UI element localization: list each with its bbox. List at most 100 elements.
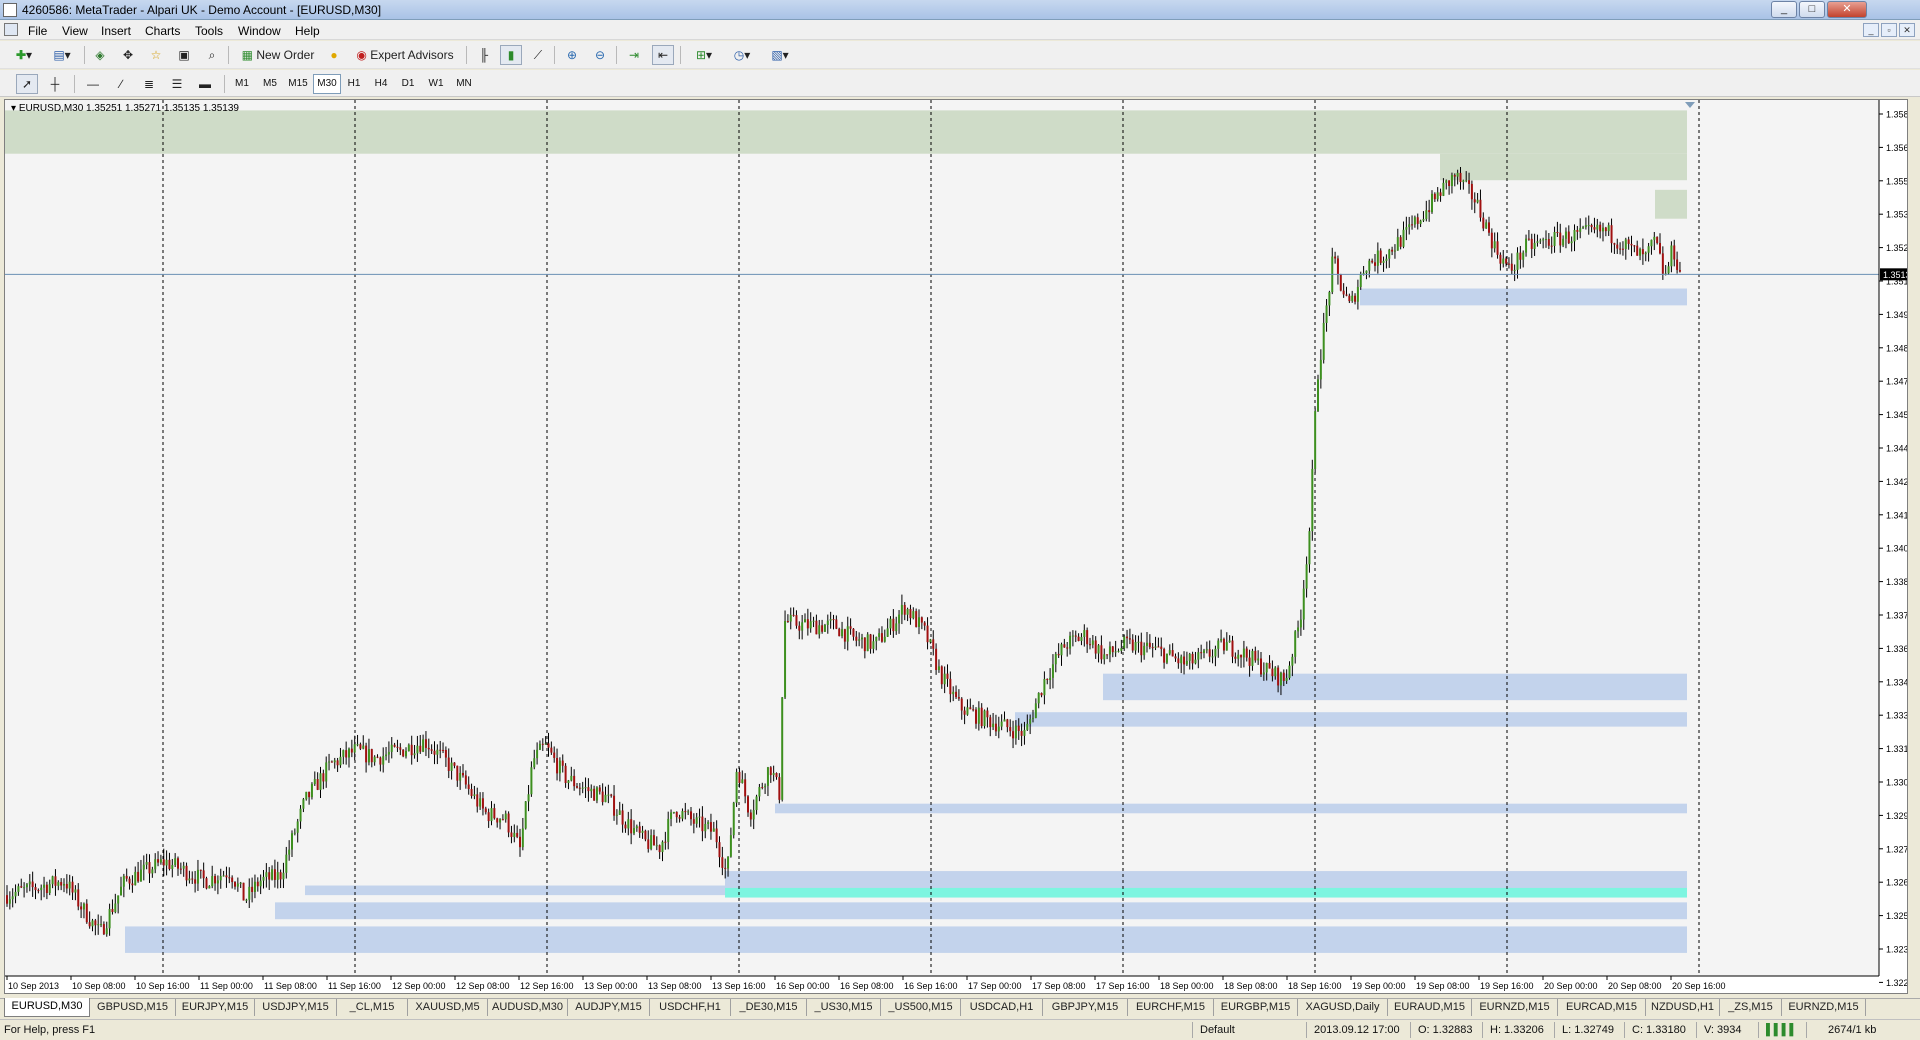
terminal-icon[interactable]: ▣	[174, 45, 194, 65]
chart-tab[interactable]: GBPJPY,M15	[1043, 999, 1128, 1016]
timeframe-d1[interactable]: D1	[396, 74, 420, 94]
timeframe-h4[interactable]: H4	[369, 74, 393, 94]
bear-candle	[1200, 652, 1203, 654]
profiles-icon[interactable]: ▤▾	[46, 45, 78, 65]
bull-candle	[11, 896, 14, 900]
line-chart-icon[interactable]: ⟋	[528, 45, 548, 65]
bear-candle	[102, 924, 105, 935]
bull-candle	[1573, 229, 1576, 242]
chart-tab[interactable]: _US500,M15	[881, 999, 961, 1016]
child-restore-button[interactable]: ▫	[1881, 23, 1897, 37]
chart-tab[interactable]: _DE30,M15	[731, 999, 807, 1016]
crosshair-icon[interactable]: ┼	[44, 74, 66, 94]
bull-candle	[25, 884, 28, 888]
timeframe-h1[interactable]: H1	[342, 74, 366, 94]
timeframe-m15[interactable]: M15	[284, 74, 312, 94]
chart-tab[interactable]: USDCAD,H1	[961, 999, 1043, 1016]
child-minimize-button[interactable]: _	[1863, 23, 1879, 37]
menu-window[interactable]: Window	[238, 24, 281, 38]
chart-tab[interactable]: EURUSD,M30	[4, 998, 90, 1017]
chart-tab[interactable]: XAUUSD,M5	[408, 999, 488, 1016]
periods-icon[interactable]: ◷▾	[726, 45, 758, 65]
auto-scroll-icon[interactable]: ⇥	[624, 45, 644, 65]
horizontal-line-icon[interactable]: —	[82, 74, 104, 94]
chart-tab[interactable]: GBPUSD,M15	[90, 999, 176, 1016]
bull-candle	[387, 751, 390, 755]
indicators-icon[interactable]: ⊞▾	[688, 45, 720, 65]
bear-candle	[1012, 731, 1015, 739]
chart-tab[interactable]: EURGBP,M15	[1214, 999, 1298, 1016]
timeframe-m1[interactable]: M1	[230, 74, 254, 94]
menu-charts[interactable]: Charts	[145, 24, 180, 38]
expert-advisors-label: Expert Advisors	[370, 48, 454, 62]
price-chart[interactable]: 1.35805 1.35665 1.35530 1.35390 1.35250 1.351…	[5, 100, 1907, 993]
chart-tab[interactable]: EURCAD,M15	[1558, 999, 1646, 1016]
menu-help[interactable]: Help	[295, 24, 320, 38]
chart-tab[interactable]: EURCHF,M15	[1128, 999, 1214, 1016]
time-tick-label: 13 Sep 16:00	[712, 981, 766, 991]
chart-tab[interactable]: AUDUSD,M30	[488, 999, 568, 1016]
cursor-icon[interactable]: ➚	[16, 74, 38, 94]
menu-view[interactable]: View	[62, 24, 88, 38]
timeframe-m30[interactable]: M30	[313, 74, 341, 94]
market-watch-icon[interactable]: ◈	[90, 45, 110, 65]
bear-candle	[225, 875, 228, 878]
bear-candle	[111, 908, 114, 913]
chart-window[interactable]: 1.35805 1.35665 1.35530 1.35390 1.35250 1.351…	[4, 99, 1908, 994]
trendline-icon[interactable]: ∕	[110, 74, 132, 94]
channel-icon[interactable]: ≣	[138, 74, 160, 94]
zoom-out-icon[interactable]: ⊖	[590, 45, 610, 65]
status-profile: Default	[1200, 1024, 1235, 1036]
bull-candle	[1596, 224, 1599, 230]
chart-tab[interactable]: USDJPY,M15	[255, 999, 337, 1016]
strategy-tester-icon[interactable]: ⌕	[202, 45, 222, 65]
bear-candle	[903, 604, 906, 615]
fibonacci-icon[interactable]: ☰	[166, 74, 188, 94]
minimize-button[interactable]: _	[1771, 1, 1797, 18]
new-order-button[interactable]: ▦ New Order	[236, 45, 320, 65]
chart-tab[interactable]: _US30,M15	[807, 999, 881, 1016]
chart-tab[interactable]: AUDJPY,M15	[568, 999, 650, 1016]
menu-insert[interactable]: Insert	[101, 24, 131, 38]
chart-tab[interactable]: EURAUD,M15	[1388, 999, 1472, 1016]
menu-tools[interactable]: Tools	[195, 24, 223, 38]
new-chart-icon[interactable]: ✚▾	[8, 45, 40, 65]
price-tick-label: 1.33460	[1886, 677, 1907, 687]
bear-candle	[424, 739, 427, 748]
expert-advisors-button[interactable]: ◉ Expert Advisors	[350, 45, 460, 65]
bull-candle	[1650, 239, 1653, 247]
metaeditor-icon[interactable]: ●	[324, 45, 344, 65]
metatrader-app-icon[interactable]	[3, 3, 17, 17]
chart-tab[interactable]: _CL,M15	[337, 999, 408, 1016]
chart-tab[interactable]: NZDUSD,H1	[1646, 999, 1720, 1016]
navigator-icon[interactable]: ☆	[146, 45, 166, 65]
close-button[interactable]: ✕	[1827, 1, 1867, 18]
bull-candle	[1220, 638, 1223, 641]
candlestick-icon[interactable]: ▮	[500, 45, 522, 65]
chart-shift-icon[interactable]: ⇤	[652, 45, 674, 65]
zoom-in-icon[interactable]: ⊕	[562, 45, 582, 65]
chart-tab[interactable]: EURJPY,M15	[176, 999, 255, 1016]
bear-candle	[365, 745, 368, 763]
bear-candle	[550, 747, 553, 753]
bear-candle	[330, 761, 333, 763]
data-window-icon[interactable]: ✥	[118, 45, 138, 65]
chart-tab[interactable]: _ZS,M15	[1720, 999, 1782, 1016]
chart-tab[interactable]: EURNZD,M15	[1472, 999, 1558, 1016]
timeframe-mn[interactable]: MN	[452, 74, 476, 94]
bull-candle	[1493, 241, 1496, 249]
document-icon[interactable]	[4, 23, 18, 36]
timeframe-m5[interactable]: M5	[258, 74, 282, 94]
time-tick-label: 20 Sep 08:00	[1608, 981, 1662, 991]
chart-tab[interactable]: EURNZD,M15	[1782, 999, 1866, 1016]
chart-tab[interactable]: USDCHF,H1	[650, 999, 731, 1016]
rectangle-icon[interactable]: ▬	[194, 74, 216, 94]
chart-tab[interactable]: XAGUSD,Daily	[1298, 999, 1388, 1016]
maximize-button[interactable]: □	[1799, 1, 1825, 18]
templates-icon[interactable]: ▧▾	[764, 45, 796, 65]
bar-chart-icon[interactable]: ╟	[474, 45, 494, 65]
bull-candle	[875, 636, 878, 642]
child-close-button[interactable]: ✕	[1899, 23, 1915, 37]
timeframe-w1[interactable]: W1	[424, 74, 448, 94]
menu-file[interactable]: File	[28, 24, 47, 38]
